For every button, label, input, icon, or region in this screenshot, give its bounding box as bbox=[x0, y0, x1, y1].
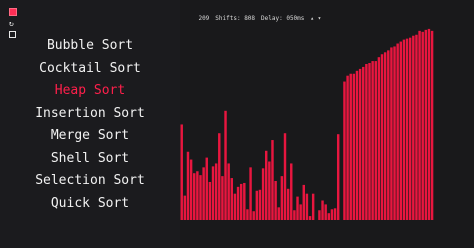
bar bbox=[218, 133, 221, 220]
bar bbox=[421, 31, 424, 220]
bar bbox=[387, 50, 390, 220]
bar bbox=[412, 35, 415, 221]
bar bbox=[246, 209, 249, 220]
algorithm-bubble-sort[interactable]: Bubble Sort bbox=[0, 35, 180, 58]
bar bbox=[249, 167, 252, 220]
bar bbox=[402, 39, 406, 221]
bar bbox=[252, 211, 255, 220]
bar bbox=[324, 204, 327, 220]
bar bbox=[277, 207, 280, 220]
bar bbox=[286, 188, 290, 220]
bar bbox=[255, 190, 259, 220]
bar bbox=[330, 209, 334, 220]
visualization-panel: 209 Shifts: 808 Delay: 050ms ▴ ▾ bbox=[180, 0, 474, 248]
algorithm-selection-sort[interactable]: Selection Sort bbox=[0, 170, 180, 193]
bar bbox=[274, 181, 277, 220]
bar bbox=[408, 37, 412, 220]
bar bbox=[189, 159, 193, 220]
bar bbox=[302, 184, 305, 220]
bar bbox=[243, 182, 246, 220]
bar bbox=[380, 54, 384, 220]
algorithm-list: Bubble Sort Cocktail Sort Heap Sort Inse… bbox=[0, 35, 180, 215]
bar bbox=[336, 134, 340, 220]
bar-chart bbox=[180, 28, 434, 221]
bar bbox=[424, 29, 428, 221]
algorithm-insertion-sort[interactable]: Insertion Sort bbox=[0, 103, 180, 126]
bar bbox=[268, 161, 271, 220]
bar bbox=[261, 168, 265, 220]
bar bbox=[271, 140, 274, 220]
bar bbox=[290, 163, 293, 220]
bar bbox=[365, 64, 368, 220]
bar bbox=[418, 30, 421, 220]
bar bbox=[399, 41, 403, 220]
bar bbox=[346, 75, 349, 220]
algorithm-shell-sort[interactable]: Shell Sort bbox=[0, 148, 180, 171]
bar bbox=[371, 61, 374, 220]
bar bbox=[283, 133, 287, 220]
bar bbox=[390, 47, 393, 221]
bar bbox=[236, 186, 240, 220]
bar bbox=[427, 28, 431, 221]
algorithm-merge-sort[interactable]: Merge Sort bbox=[0, 125, 180, 148]
algorithm-quick-sort[interactable]: Quick Sort bbox=[0, 193, 180, 216]
bar bbox=[349, 73, 352, 220]
algorithm-heap-sort[interactable]: Heap Sort bbox=[0, 80, 180, 103]
bar bbox=[230, 178, 234, 220]
bar bbox=[233, 193, 237, 221]
algorithm-cocktail-sort[interactable]: Cocktail Sort bbox=[0, 58, 180, 81]
bar bbox=[321, 200, 324, 220]
bar bbox=[214, 163, 218, 220]
bar bbox=[305, 193, 309, 221]
bar bbox=[258, 189, 262, 221]
bar bbox=[239, 183, 243, 221]
bar bbox=[377, 57, 381, 221]
bar bbox=[211, 166, 215, 221]
bar bbox=[358, 68, 362, 221]
bar bbox=[227, 163, 230, 220]
bar bbox=[199, 175, 202, 220]
bar bbox=[280, 176, 284, 221]
bar bbox=[352, 73, 356, 220]
bar bbox=[327, 213, 331, 221]
bar bbox=[196, 171, 199, 220]
bar bbox=[355, 70, 359, 220]
bar bbox=[202, 167, 205, 220]
bar bbox=[318, 210, 321, 220]
bar bbox=[299, 204, 302, 220]
bar bbox=[311, 193, 315, 221]
bar bbox=[296, 196, 299, 220]
bar bbox=[183, 195, 187, 221]
bar bbox=[180, 124, 183, 220]
sidebar: ↻ Bubble Sort Cocktail Sort Heap Sort In… bbox=[0, 0, 180, 248]
bar bbox=[430, 30, 434, 220]
bar bbox=[333, 208, 337, 220]
bar bbox=[208, 181, 212, 220]
bar bbox=[393, 46, 396, 221]
bar bbox=[374, 61, 377, 220]
bar bbox=[308, 216, 312, 220]
bar bbox=[415, 34, 418, 220]
bar bbox=[205, 157, 208, 220]
bar bbox=[186, 151, 190, 220]
bar bbox=[224, 110, 227, 220]
bar bbox=[405, 38, 409, 221]
bar bbox=[368, 63, 371, 220]
bar bbox=[221, 176, 224, 221]
bar bbox=[343, 81, 346, 220]
refresh-icon[interactable]: ↻ bbox=[9, 20, 16, 28]
bar bbox=[396, 43, 399, 220]
bar bbox=[362, 66, 365, 220]
bar bbox=[383, 52, 387, 220]
bar bbox=[193, 173, 196, 220]
bar bbox=[265, 150, 268, 220]
play-stop-icon[interactable] bbox=[9, 8, 17, 16]
bar bbox=[293, 210, 296, 220]
